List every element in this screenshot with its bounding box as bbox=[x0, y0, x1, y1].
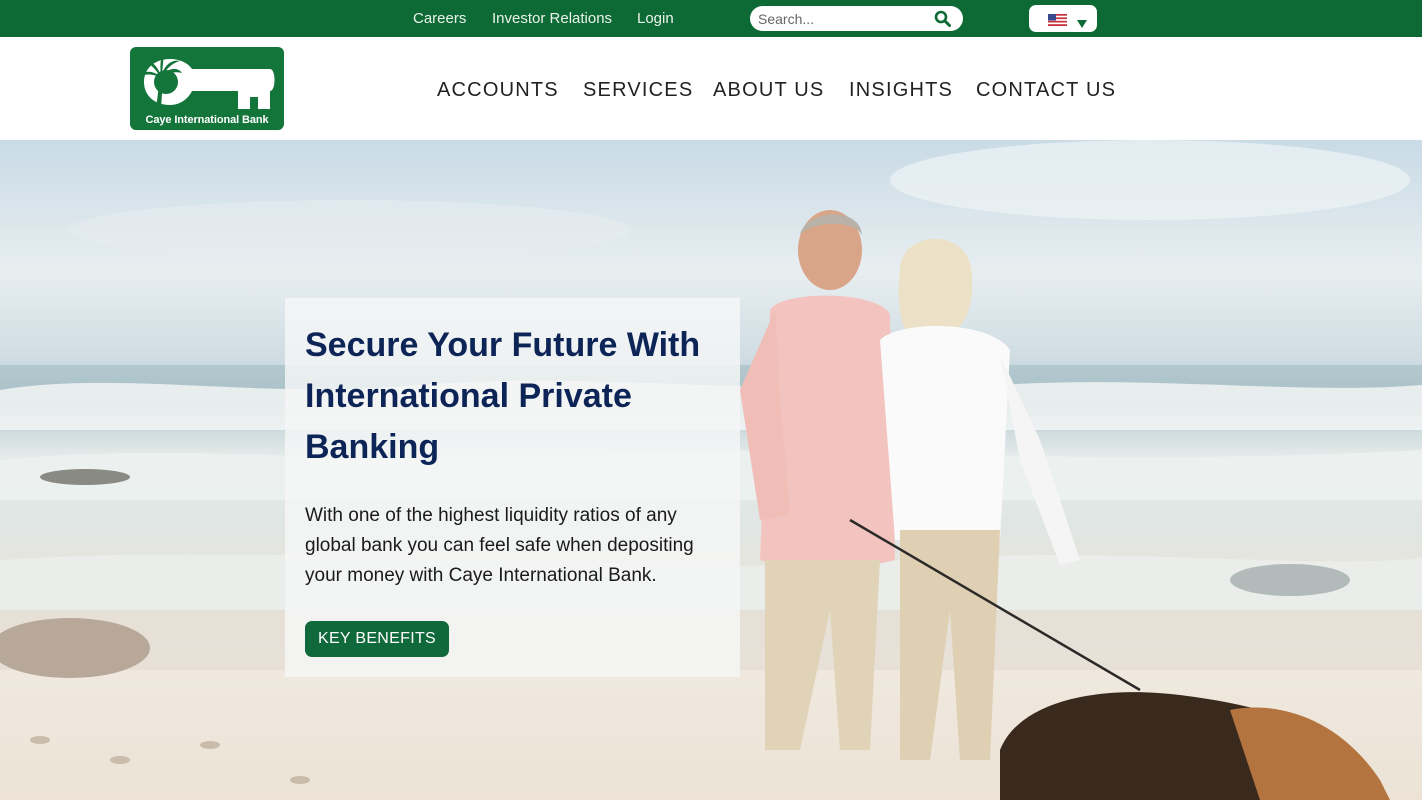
us-flag-icon bbox=[1048, 13, 1067, 26]
investor-relations-link[interactable]: Investor Relations bbox=[492, 10, 612, 28]
key-icon bbox=[144, 59, 275, 109]
search-icon[interactable] bbox=[934, 10, 952, 28]
nav-accounts[interactable]: ACCOUNTS bbox=[437, 79, 559, 101]
top-utility-bar: Careers Investor Relations Login bbox=[0, 0, 1422, 37]
hero-description: With one of the highest liquidity ratios… bbox=[305, 505, 694, 586]
careers-link[interactable]: Careers bbox=[413, 10, 466, 28]
key-benefits-button[interactable]: KEY BENEFITS bbox=[305, 621, 449, 657]
chevron-down-icon bbox=[1077, 15, 1087, 28]
language-selector[interactable] bbox=[1029, 5, 1097, 32]
nav-insights[interactable]: INSIGHTS bbox=[849, 79, 953, 101]
bank-logo[interactable]: Caye International Bank bbox=[130, 47, 284, 130]
nav-services[interactable]: SERVICES bbox=[583, 79, 693, 101]
hero-title: Secure Your Future With International Pr… bbox=[305, 326, 701, 466]
login-link[interactable]: Login bbox=[637, 10, 674, 28]
hero-card: Secure Your Future With International Pr… bbox=[285, 298, 740, 677]
nav-about-us[interactable]: ABOUT US bbox=[713, 79, 824, 101]
logo-text: Caye International Bank bbox=[145, 114, 269, 126]
site-header: Caye International Bank ACCOUNTS SERVICE… bbox=[0, 37, 1422, 140]
search-box bbox=[750, 6, 963, 31]
nav-contact-us[interactable]: CONTACT US bbox=[976, 79, 1116, 101]
search-input[interactable] bbox=[758, 8, 928, 29]
hero-section: Secure Your Future With International Pr… bbox=[0, 140, 1422, 800]
